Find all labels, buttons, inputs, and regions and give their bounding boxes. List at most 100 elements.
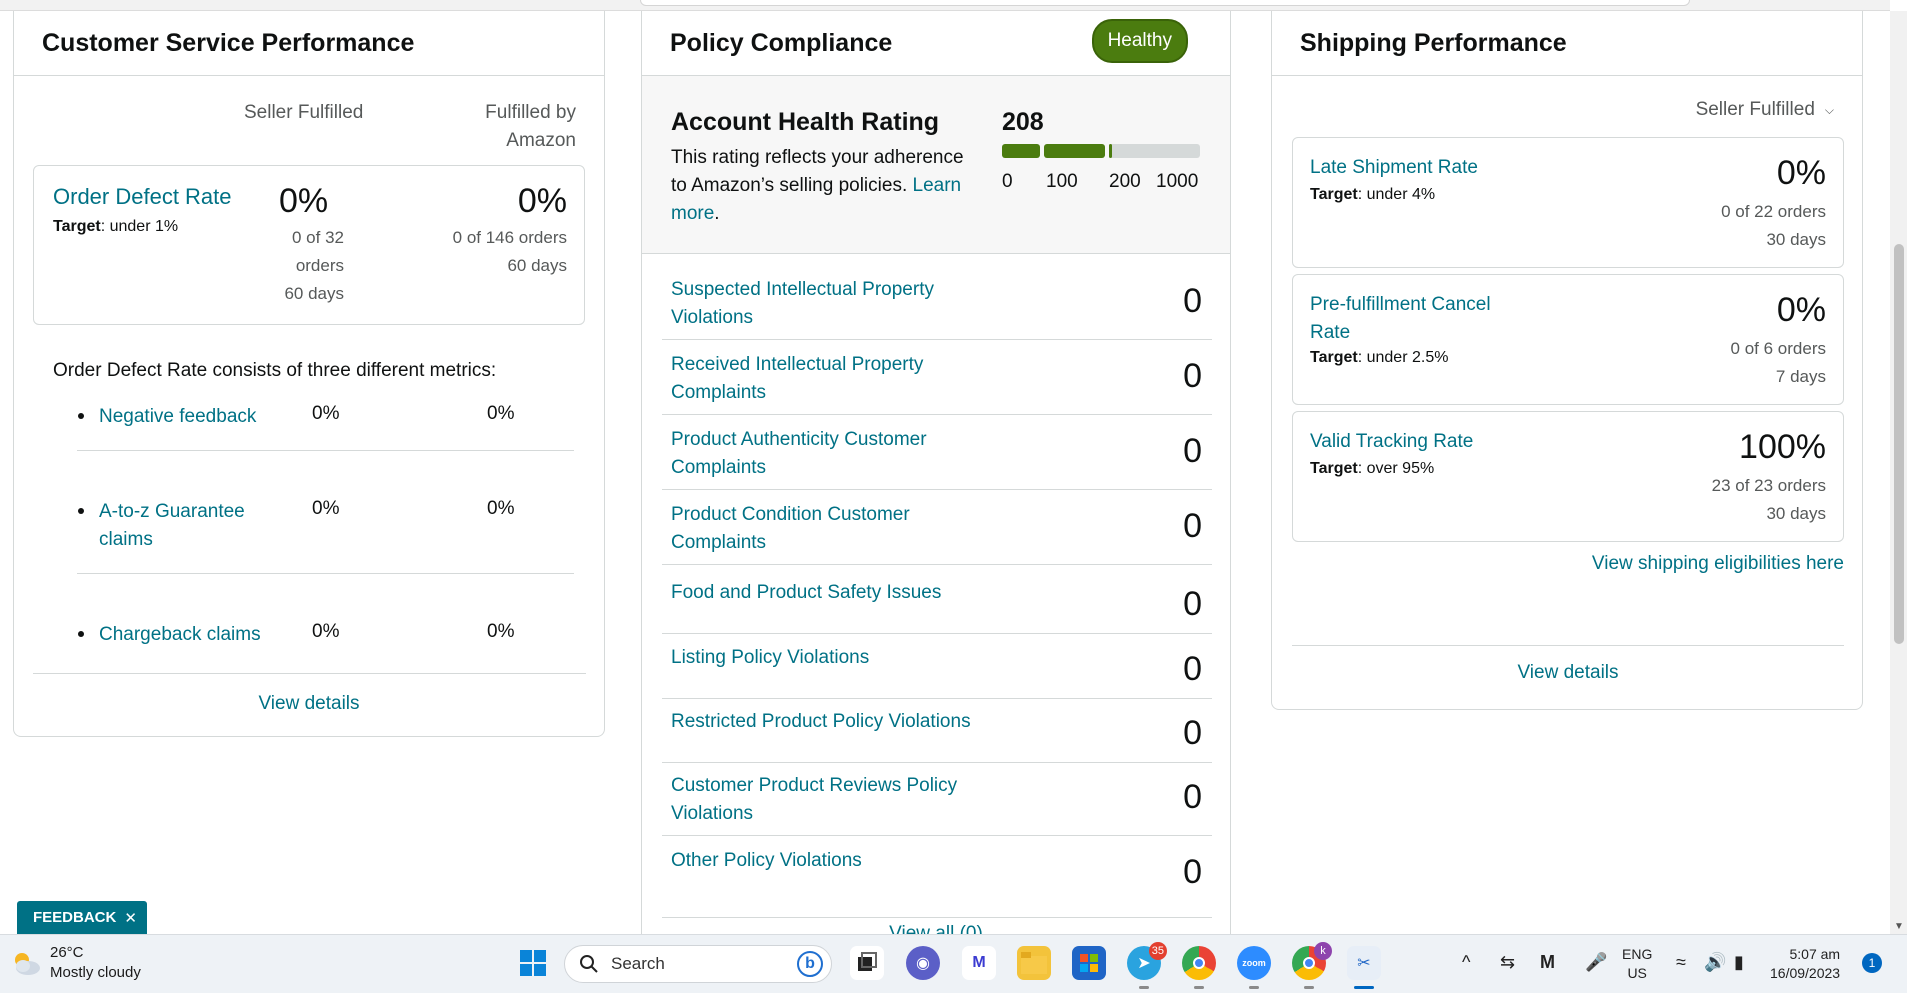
chevron-up-icon[interactable]: ^ (1462, 952, 1470, 973)
telegram-badge: 35 (1148, 942, 1167, 960)
chrome-profile-badge: k (1314, 942, 1332, 960)
battery-icon[interactable]: ▮ (1734, 952, 1744, 973)
odr-fba-detail: 0 of 146 orders 60 days (453, 224, 567, 280)
feedback-label: FEEDBACK (33, 909, 117, 926)
odr-seller-period: 60 days (284, 284, 344, 303)
divider (77, 573, 574, 574)
violation-row: Customer Product Reviews Policy Violatio… (662, 772, 1212, 836)
shipping-eligibilities-link[interactable]: View shipping eligibilities here (1592, 553, 1844, 575)
windows-taskbar: 26°C Mostly cloudy Search b ◉ M ➤ 35 zoom… (0, 934, 1907, 993)
shipping-view-details-link[interactable]: View details (1517, 662, 1618, 683)
violation-row: Received Intellectual Property Complaint… (662, 351, 1212, 415)
violation-count: 0 (1183, 853, 1202, 891)
chargeback-claims-link[interactable]: Chargeback claims (99, 621, 279, 649)
violation-row: Listing Policy Violations 0 (662, 644, 1212, 699)
chrome-icon[interactable] (1182, 946, 1216, 980)
order-defect-rate-box: Order Defect Rate Target: under 1% 0% 0 … (33, 165, 585, 325)
language-indicator[interactable]: ENG US (1622, 945, 1652, 983)
odr-seller-detail: 0 of 32 orders 60 days (264, 224, 344, 308)
scroll-down-arrow-icon[interactable]: ▼ (1894, 921, 1904, 932)
shipping-performance-title: Shipping Performance (1272, 11, 1862, 76)
search-placeholder: Search (611, 954, 665, 973)
telegram-icon[interactable]: ➤ 35 (1127, 942, 1167, 980)
tick-label: 0 (1002, 171, 1013, 192)
taskbar-search-box[interactable]: Search b (564, 945, 832, 983)
bullet (78, 508, 84, 514)
account-health-score: 208 (1002, 108, 1044, 136)
rating-bar-segment-3 (1109, 144, 1200, 158)
late-shipment-rate-link[interactable]: Late Shipment Rate (1310, 154, 1530, 182)
file-explorer-icon[interactable] (1017, 946, 1051, 980)
page-scrollbar[interactable]: ▼ (1890, 11, 1907, 934)
tick-label: 1000 (1156, 171, 1199, 192)
violation-link[interactable]: Restricted Product Policy Violations (671, 708, 971, 736)
fulfillment-filter-dropdown[interactable]: Seller Fulfilled ⌵ (1696, 99, 1834, 121)
negative-feedback-seller: 0% (312, 403, 340, 424)
scrollbar-thumb[interactable] (1894, 244, 1904, 644)
order-defect-rate-link[interactable]: Order Defect Rate (53, 184, 232, 210)
clock[interactable]: 5:07 am 16/09/2023 (1770, 945, 1840, 983)
transfer-icon[interactable]: ⇆ (1500, 952, 1515, 973)
partly-cloudy-icon (10, 947, 42, 979)
account-health-rating-title: Account Health Rating (671, 108, 940, 136)
tracking-target: Target: over 95% (1310, 460, 1434, 478)
violation-link[interactable]: Product Authenticity Customer Complaints (671, 426, 971, 482)
cancel-rate-percent: 0% (1776, 291, 1826, 329)
view-all-violations-link[interactable]: View all (0) (642, 923, 1230, 934)
notification-badge[interactable]: 1 (1862, 953, 1882, 973)
customer-service-view-details-link[interactable]: View details (14, 693, 604, 715)
target-label: Target (1310, 349, 1358, 366)
pre-fulfillment-cancel-rate-link[interactable]: Pre-fulfillment Cancel Rate (1310, 291, 1530, 347)
wifi-icon[interactable]: ≈ (1676, 952, 1686, 973)
violation-row: Restricted Product Policy Violations 0 (662, 708, 1212, 763)
customer-service-title: Customer Service Performance (14, 11, 604, 76)
close-icon[interactable]: ✕ (124, 909, 137, 927)
teams-chat-icon[interactable]: ◉ (906, 946, 940, 980)
violation-count: 0 (1183, 650, 1202, 688)
active-indicator (1354, 986, 1374, 989)
violation-link[interactable]: Listing Policy Violations (671, 644, 971, 672)
late-shipment-count: 0 of 22 orders (1721, 202, 1826, 221)
violation-link[interactable]: Food and Product Safety Issues (671, 579, 971, 607)
task-view-icon[interactable] (850, 946, 884, 980)
windows-start-icon[interactable] (516, 946, 550, 980)
weather-widget[interactable]: 26°C Mostly cloudy (10, 943, 141, 983)
fba-column-header: Fulfilled by Amazon (485, 99, 576, 155)
chrome-profile-icon[interactable]: k (1292, 942, 1332, 980)
running-indicator (1194, 986, 1204, 989)
snipping-tool-icon[interactable]: ✂ (1347, 946, 1381, 980)
divider (33, 673, 586, 674)
odr-target-value: : under 1% (100, 218, 179, 235)
odr-target: Target: under 1% (53, 218, 178, 236)
violation-link[interactable]: Other Policy Violations (671, 847, 971, 875)
mail-app-icon[interactable]: M (962, 946, 996, 980)
violation-link[interactable]: Product Condition Customer Complaints (671, 501, 971, 557)
tick-label: 100 (1046, 171, 1078, 192)
atoz-claims-link[interactable]: A-to-z Guarantee claims (99, 498, 279, 554)
microsoft-store-icon[interactable] (1072, 946, 1106, 980)
violation-row: Food and Product Safety Issues 0 (662, 579, 1212, 634)
odr-fba-count: 0 of 146 orders (452, 228, 567, 247)
feedback-button[interactable]: FEEDBACK ✕ (17, 901, 147, 934)
atoz-claims-seller: 0% (312, 498, 340, 519)
microphone-icon[interactable]: 🎤 (1585, 952, 1607, 973)
violation-count: 0 (1183, 507, 1202, 545)
tracking-count: 23 of 23 orders (1711, 476, 1826, 495)
violation-link[interactable]: Customer Product Reviews Policy Violatio… (671, 772, 971, 828)
violation-count: 0 (1183, 432, 1202, 470)
odr-seller-unit: orders (295, 256, 344, 275)
mail-tray-icon[interactable]: M (1540, 952, 1555, 973)
negative-feedback-link[interactable]: Negative feedback (99, 403, 279, 431)
bullet (78, 413, 84, 419)
violation-count: 0 (1183, 585, 1202, 623)
late-shipment-period: 30 days (1766, 230, 1826, 249)
valid-tracking-rate-link[interactable]: Valid Tracking Rate (1310, 428, 1530, 456)
volume-icon[interactable]: 🔊 (1704, 952, 1726, 973)
violation-link[interactable]: Received Intellectual Property Complaint… (671, 351, 971, 407)
search-icon (580, 955, 598, 973)
chargeback-fba: 0% (487, 621, 515, 642)
policy-compliance-card: Policy Compliance Healthy Account Health… (641, 11, 1231, 934)
account-health-rating-bar (1002, 144, 1200, 158)
violation-link[interactable]: Suspected Intellectual Property Violatio… (671, 276, 971, 332)
zoom-icon[interactable]: zoom (1237, 946, 1271, 980)
